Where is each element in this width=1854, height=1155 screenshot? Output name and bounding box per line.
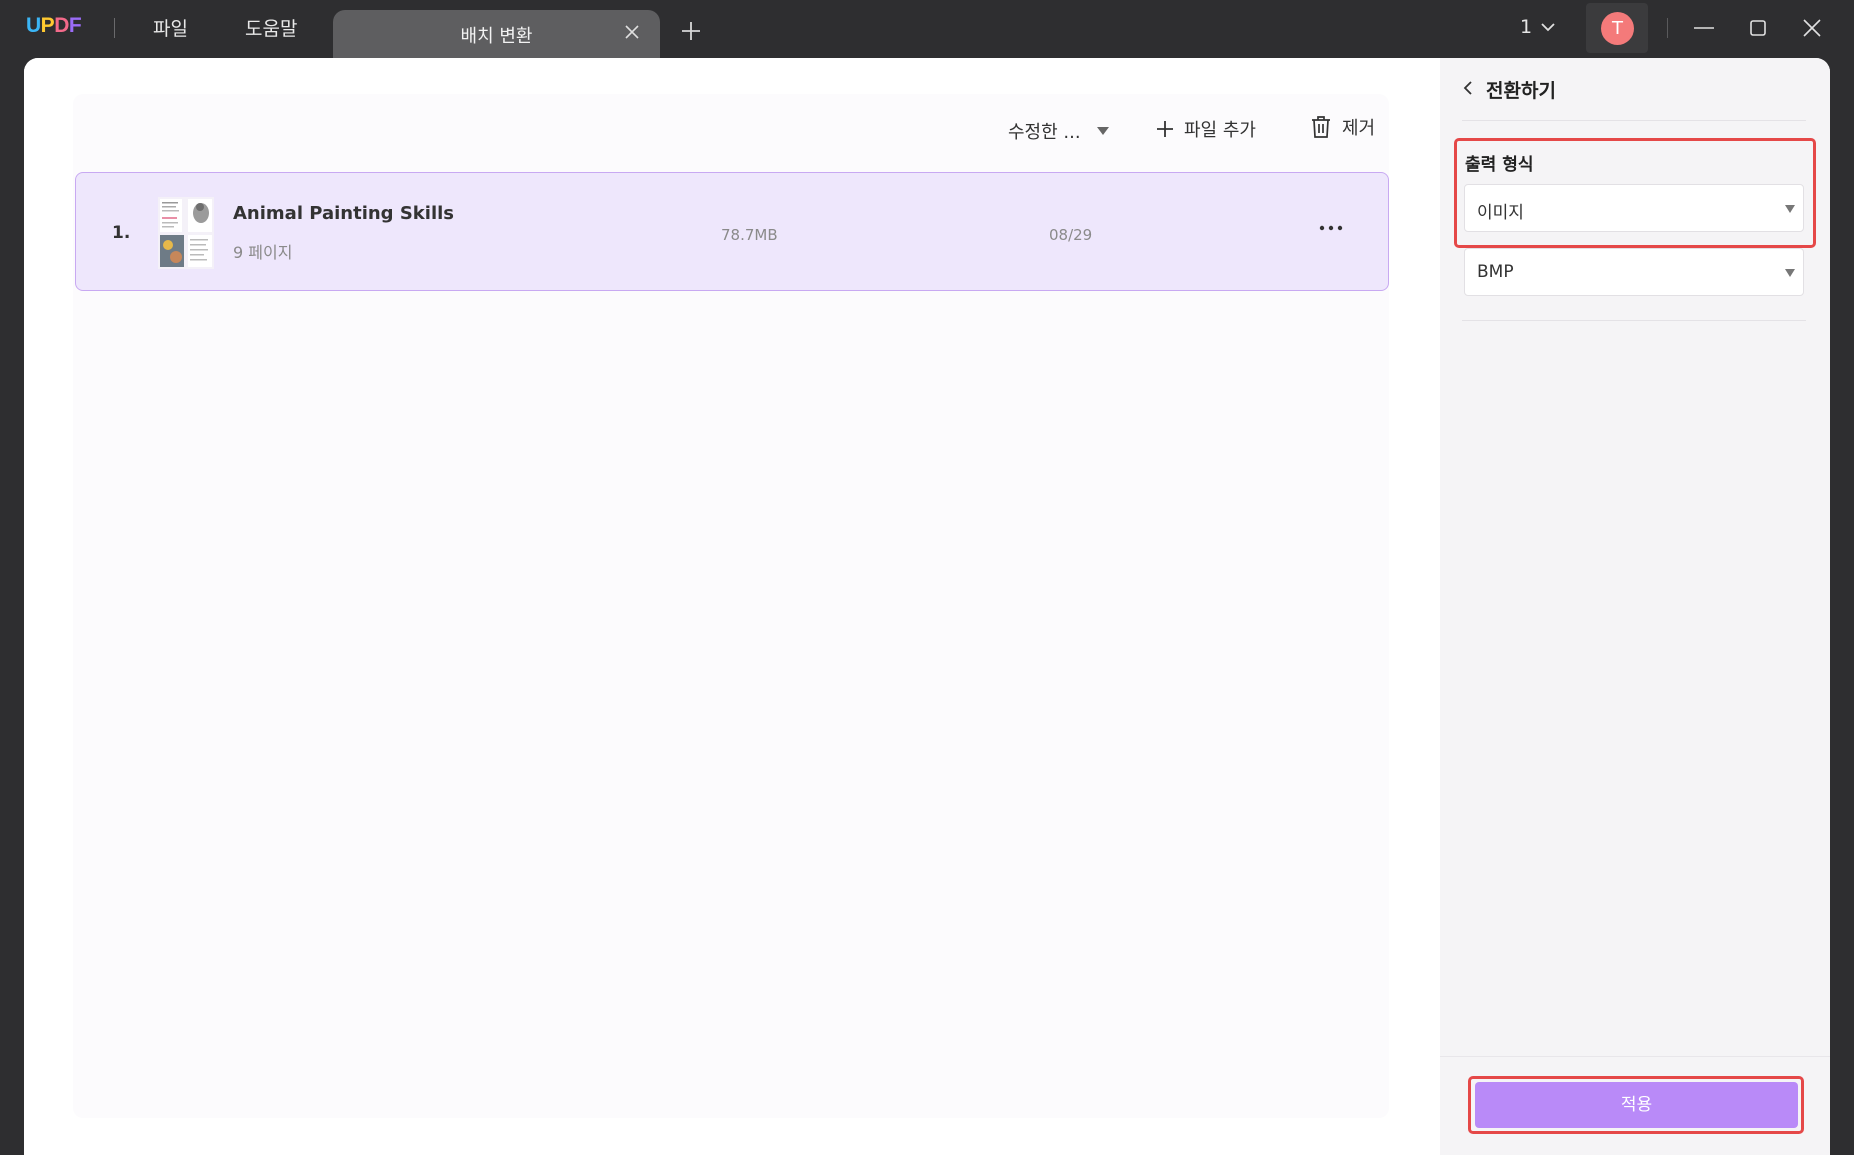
- trash-icon: [1312, 116, 1330, 138]
- divider: [1462, 320, 1806, 321]
- avatar: T: [1601, 12, 1634, 45]
- user-menu[interactable]: T: [1586, 3, 1648, 53]
- plus-icon: [1157, 121, 1173, 137]
- file-row[interactable]: 1. Animal Painting Skills 9 페이지 78.7MB 0…: [75, 172, 1389, 291]
- divider: [1462, 120, 1806, 121]
- output-format-label: 출력 형식: [1465, 155, 1534, 175]
- remove-label: 제거: [1342, 118, 1376, 139]
- menu-file[interactable]: 파일: [153, 14, 188, 41]
- file-list-area: 수정한 ... 파일 추가 제거 1. Animal Painting Skil…: [24, 58, 1440, 1155]
- main-window: 수정한 ... 파일 추가 제거 1. Animal Painting Skil…: [24, 58, 1830, 1155]
- sidebar-title: 전환하기: [1486, 80, 1556, 102]
- apply-button[interactable]: 적용: [1475, 1082, 1798, 1128]
- file-pages: 9 페이지: [233, 243, 293, 262]
- file-thumbnail: [158, 197, 214, 269]
- file-index: 1.: [112, 223, 131, 243]
- output-format-value: 이미지: [1477, 203, 1524, 223]
- output-format-select[interactable]: 이미지: [1464, 184, 1804, 232]
- add-file-label: 파일 추가: [1184, 120, 1256, 141]
- plus-icon[interactable]: [680, 20, 702, 42]
- add-file-button[interactable]: 파일 추가: [1156, 116, 1256, 142]
- menu-help[interactable]: 도움말: [245, 14, 297, 41]
- caret-down-icon: [1785, 205, 1795, 213]
- convert-sidebar: 전환하기 출력 형식 이미지 BMP 적용: [1440, 58, 1830, 1155]
- image-format-select[interactable]: BMP: [1464, 248, 1804, 296]
- caret-down-icon: [1096, 127, 1109, 135]
- maximize-icon[interactable]: [1744, 14, 1772, 42]
- image-format-value: BMP: [1477, 262, 1514, 282]
- page-number: 1: [1520, 16, 1533, 38]
- tab-label: 배치 변환: [460, 26, 533, 47]
- updf-logo: UPDF: [26, 14, 82, 37]
- close-icon[interactable]: [622, 22, 642, 42]
- file-name: Animal Painting Skills: [233, 203, 454, 224]
- more-icon[interactable]: [1316, 221, 1346, 235]
- page-indicator[interactable]: 1: [1520, 16, 1556, 38]
- minimize-icon[interactable]: [1690, 14, 1718, 42]
- sort-dropdown[interactable]: 수정한 ...: [1008, 118, 1109, 144]
- window-close-icon[interactable]: [1798, 14, 1826, 42]
- chevron-left-icon[interactable]: [1460, 80, 1476, 96]
- tab-batch-convert[interactable]: 배치 변환: [333, 10, 660, 58]
- title-separator: [114, 18, 115, 38]
- file-size: 78.7MB: [721, 226, 778, 244]
- sort-label: 수정한 ...: [1008, 122, 1081, 143]
- caret-down-icon: [1785, 269, 1795, 277]
- divider: [1440, 1056, 1830, 1057]
- title-bar: UPDF 파일 도움말 배치 변환 1 T: [0, 0, 1854, 58]
- file-list-panel: 수정한 ... 파일 추가 제거 1. Animal Painting Skil…: [73, 94, 1389, 1118]
- remove-button[interactable]: 제거: [1310, 114, 1375, 140]
- file-date: 08/29: [1049, 226, 1093, 244]
- title-separator-2: [1667, 18, 1668, 38]
- chevron-down-icon: [1541, 23, 1555, 32]
